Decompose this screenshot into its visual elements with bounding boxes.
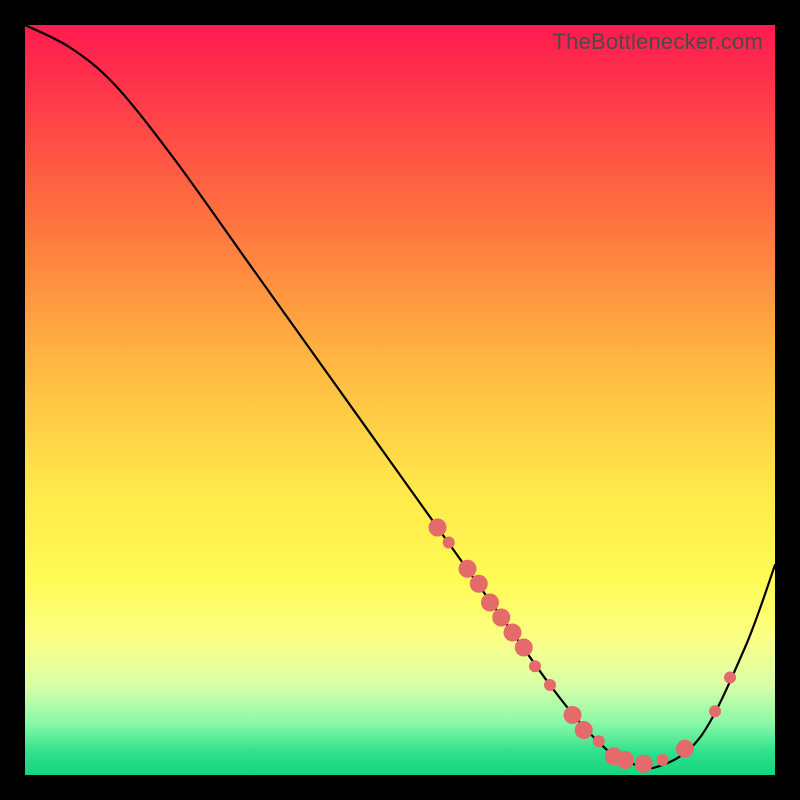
highlight-dot — [459, 560, 477, 578]
highlight-dot — [544, 679, 556, 691]
highlight-dot — [709, 705, 721, 717]
highlight-dot — [616, 751, 634, 769]
highlight-dot — [492, 609, 510, 627]
highlight-dot — [635, 755, 653, 773]
highlight-dots-group — [429, 519, 737, 773]
highlight-dot — [481, 594, 499, 612]
highlight-dot — [470, 575, 488, 593]
chart-svg — [25, 25, 775, 775]
highlight-dot — [504, 624, 522, 642]
highlight-dot — [575, 721, 593, 739]
bottleneck-curve — [25, 25, 775, 768]
highlight-dot — [724, 672, 736, 684]
highlight-dot — [515, 639, 533, 657]
highlight-dot — [529, 660, 541, 672]
highlight-dot — [657, 754, 669, 766]
highlight-dot — [676, 740, 694, 758]
chart-plot-area: TheBottlenecker.com — [25, 25, 775, 775]
highlight-dot — [443, 537, 455, 549]
highlight-dot — [593, 735, 605, 747]
highlight-dot — [429, 519, 447, 537]
highlight-dot — [564, 706, 582, 724]
